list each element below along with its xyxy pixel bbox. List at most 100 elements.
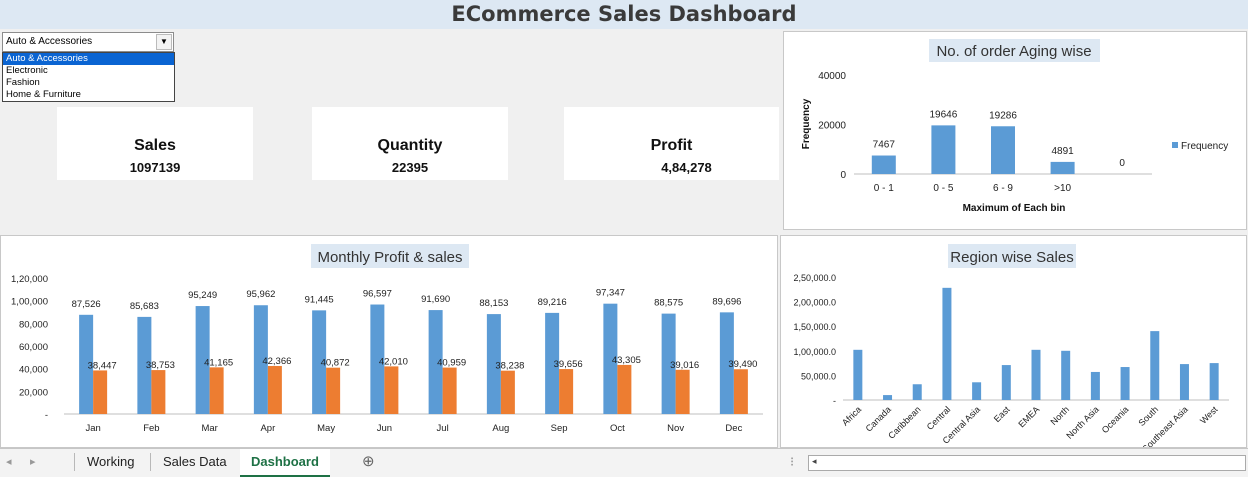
profit-bar [93, 370, 108, 414]
bar [1001, 365, 1011, 400]
profit-data-label: 39,490 [728, 359, 757, 370]
chart-title: No. of order Aging wise [936, 43, 1091, 60]
kpi-label: Sales [134, 137, 176, 154]
x-tick-label: Feb [143, 423, 159, 434]
x-tick-label: Central [925, 404, 953, 432]
profit-bar [326, 367, 341, 414]
scroll-tabs-right-icon[interactable]: ▸ [30, 449, 36, 475]
x-tick-label: Oceania [1100, 404, 1131, 435]
y-axis-label: Frequency [801, 98, 812, 149]
x-tick-label: 0 - 5 [933, 183, 953, 194]
profit-data-label: 38,238 [495, 361, 524, 372]
y-tick-label: 1,00,000 [11, 297, 48, 308]
chevron-down-icon[interactable]: ▼ [156, 34, 172, 50]
profit-data-label: 43,305 [612, 355, 641, 366]
bar [1050, 161, 1075, 174]
x-tick-label: Sep [551, 423, 568, 434]
region-chart: Region wise Sales - 50,000.0 1,00,000.0 1,5… [793, 244, 1229, 454]
tab-working[interactable]: Working [87, 449, 134, 475]
tab-divider [74, 453, 75, 471]
horizontal-scrollbar[interactable]: ◂ [808, 455, 1246, 471]
bar [972, 382, 982, 400]
x-tick-label: Dec [725, 423, 742, 434]
y-tick-label: 20000 [818, 121, 846, 132]
bar [931, 125, 956, 174]
x-tick-label: Nov [667, 423, 684, 434]
y-tick-label: 40,000 [19, 365, 48, 376]
monthly-chart-panel[interactable]: Monthly Profit & sales - 20,000 40,000 60,0… [0, 235, 778, 448]
add-sheet-icon[interactable]: ⊕ [362, 449, 375, 475]
x-tick-label: North Asia [1064, 404, 1100, 440]
tab-sales-data[interactable]: Sales Data [163, 449, 227, 475]
x-tick-label: West [1198, 404, 1220, 426]
scroll-tabs-left-icon[interactable]: ◂ [6, 449, 12, 475]
dashboard-title-bar: ECommerce Sales Dashboard [0, 0, 1248, 29]
monthly-chart: Monthly Profit & sales - 20,000 40,000 60,0… [11, 244, 763, 434]
bar [1179, 364, 1189, 400]
y-tick-label: - [45, 410, 48, 421]
category-option[interactable]: Fashion [3, 77, 174, 89]
profit-data-label: 39,656 [554, 359, 583, 370]
category-option[interactable]: Home & Furniture [3, 89, 174, 101]
sales-data-label: 95,249 [188, 290, 217, 301]
kpi-label: Profit [650, 137, 693, 154]
profit-data-label: 40,959 [437, 358, 466, 369]
bar [991, 126, 1015, 174]
sales-data-label: 91,445 [305, 294, 334, 305]
bar [942, 287, 952, 400]
kpi-label: Quantity [377, 137, 443, 154]
chart-title: Region wise Sales [950, 249, 1073, 266]
category-option[interactable]: Auto & Accessories [3, 53, 174, 65]
sheet-tab-bar: ◂ ▸ Working Sales Data Dashboard ⊕ ⁝ ◂ [0, 448, 1248, 477]
bar [853, 349, 863, 400]
y-tick-label: 1,20,000 [11, 274, 48, 285]
x-tick-label: Caribbean [886, 404, 922, 440]
y-tick-label: - [833, 396, 836, 406]
sales-data-label: 88,153 [479, 298, 508, 309]
profit-bar [733, 369, 748, 414]
bar [1031, 349, 1041, 400]
legend-label: Frequency [1181, 141, 1228, 152]
y-tick-label: 0 [840, 170, 846, 181]
scroll-left-icon[interactable]: ◂ [812, 456, 817, 467]
sales-data-label: 88,575 [654, 298, 683, 309]
tab-dashboard[interactable]: Dashboard [240, 449, 330, 477]
legend-swatch [1172, 142, 1178, 148]
aging-chart-panel[interactable]: No. of order Aging wise Maximum of Each … [783, 31, 1247, 230]
category-option[interactable]: Electronic [3, 65, 174, 77]
category-slicer[interactable]: Auto & Accessories ▼ [2, 32, 174, 52]
y-tick-label: 2,50,000.0 [793, 273, 836, 283]
y-tick-label: 60,000 [19, 342, 48, 353]
x-tick-label: May [317, 423, 335, 434]
profit-bar [209, 367, 224, 414]
data-label: 7467 [873, 140, 896, 151]
y-tick-label: 20,000 [19, 387, 48, 398]
profit-data-label: 39,016 [670, 360, 699, 371]
profit-bar [442, 367, 457, 414]
bar [871, 155, 896, 174]
kpi-card-quantity: Quantity 22395 [312, 107, 508, 180]
kpi-value: 1097139 [129, 160, 181, 175]
bar [1150, 331, 1160, 400]
options-icon[interactable]: ⁝ [790, 449, 794, 475]
profit-bar [559, 369, 574, 414]
profit-bar [384, 366, 399, 414]
profit-data-label: 40,872 [321, 358, 350, 369]
data-label: 19646 [929, 109, 957, 120]
x-tick-label: Oct [610, 423, 625, 434]
category-slicer-value: Auto & Accessories [6, 36, 93, 47]
profit-bar [617, 364, 632, 414]
data-label: 0 [1119, 158, 1125, 169]
dashboard-title: ECommerce Sales Dashboard [451, 2, 797, 26]
bar [883, 395, 893, 400]
profit-data-label: 38,447 [88, 360, 117, 371]
y-tick-label: 1,50,000.0 [793, 322, 836, 332]
sales-data-label: 97,347 [596, 288, 625, 299]
x-tick-label: Canada [864, 404, 893, 433]
category-options-list[interactable]: Auto & Accessories Electronic Fashion Ho… [2, 52, 175, 102]
y-tick-label: 40000 [818, 71, 846, 82]
region-chart-panel[interactable]: Region wise Sales - 50,000.0 1,00,000.0 1,5… [780, 235, 1247, 454]
profit-bar [267, 365, 282, 414]
profit-data-label: 38,753 [146, 360, 175, 371]
sales-data-label: 96,597 [363, 289, 392, 300]
